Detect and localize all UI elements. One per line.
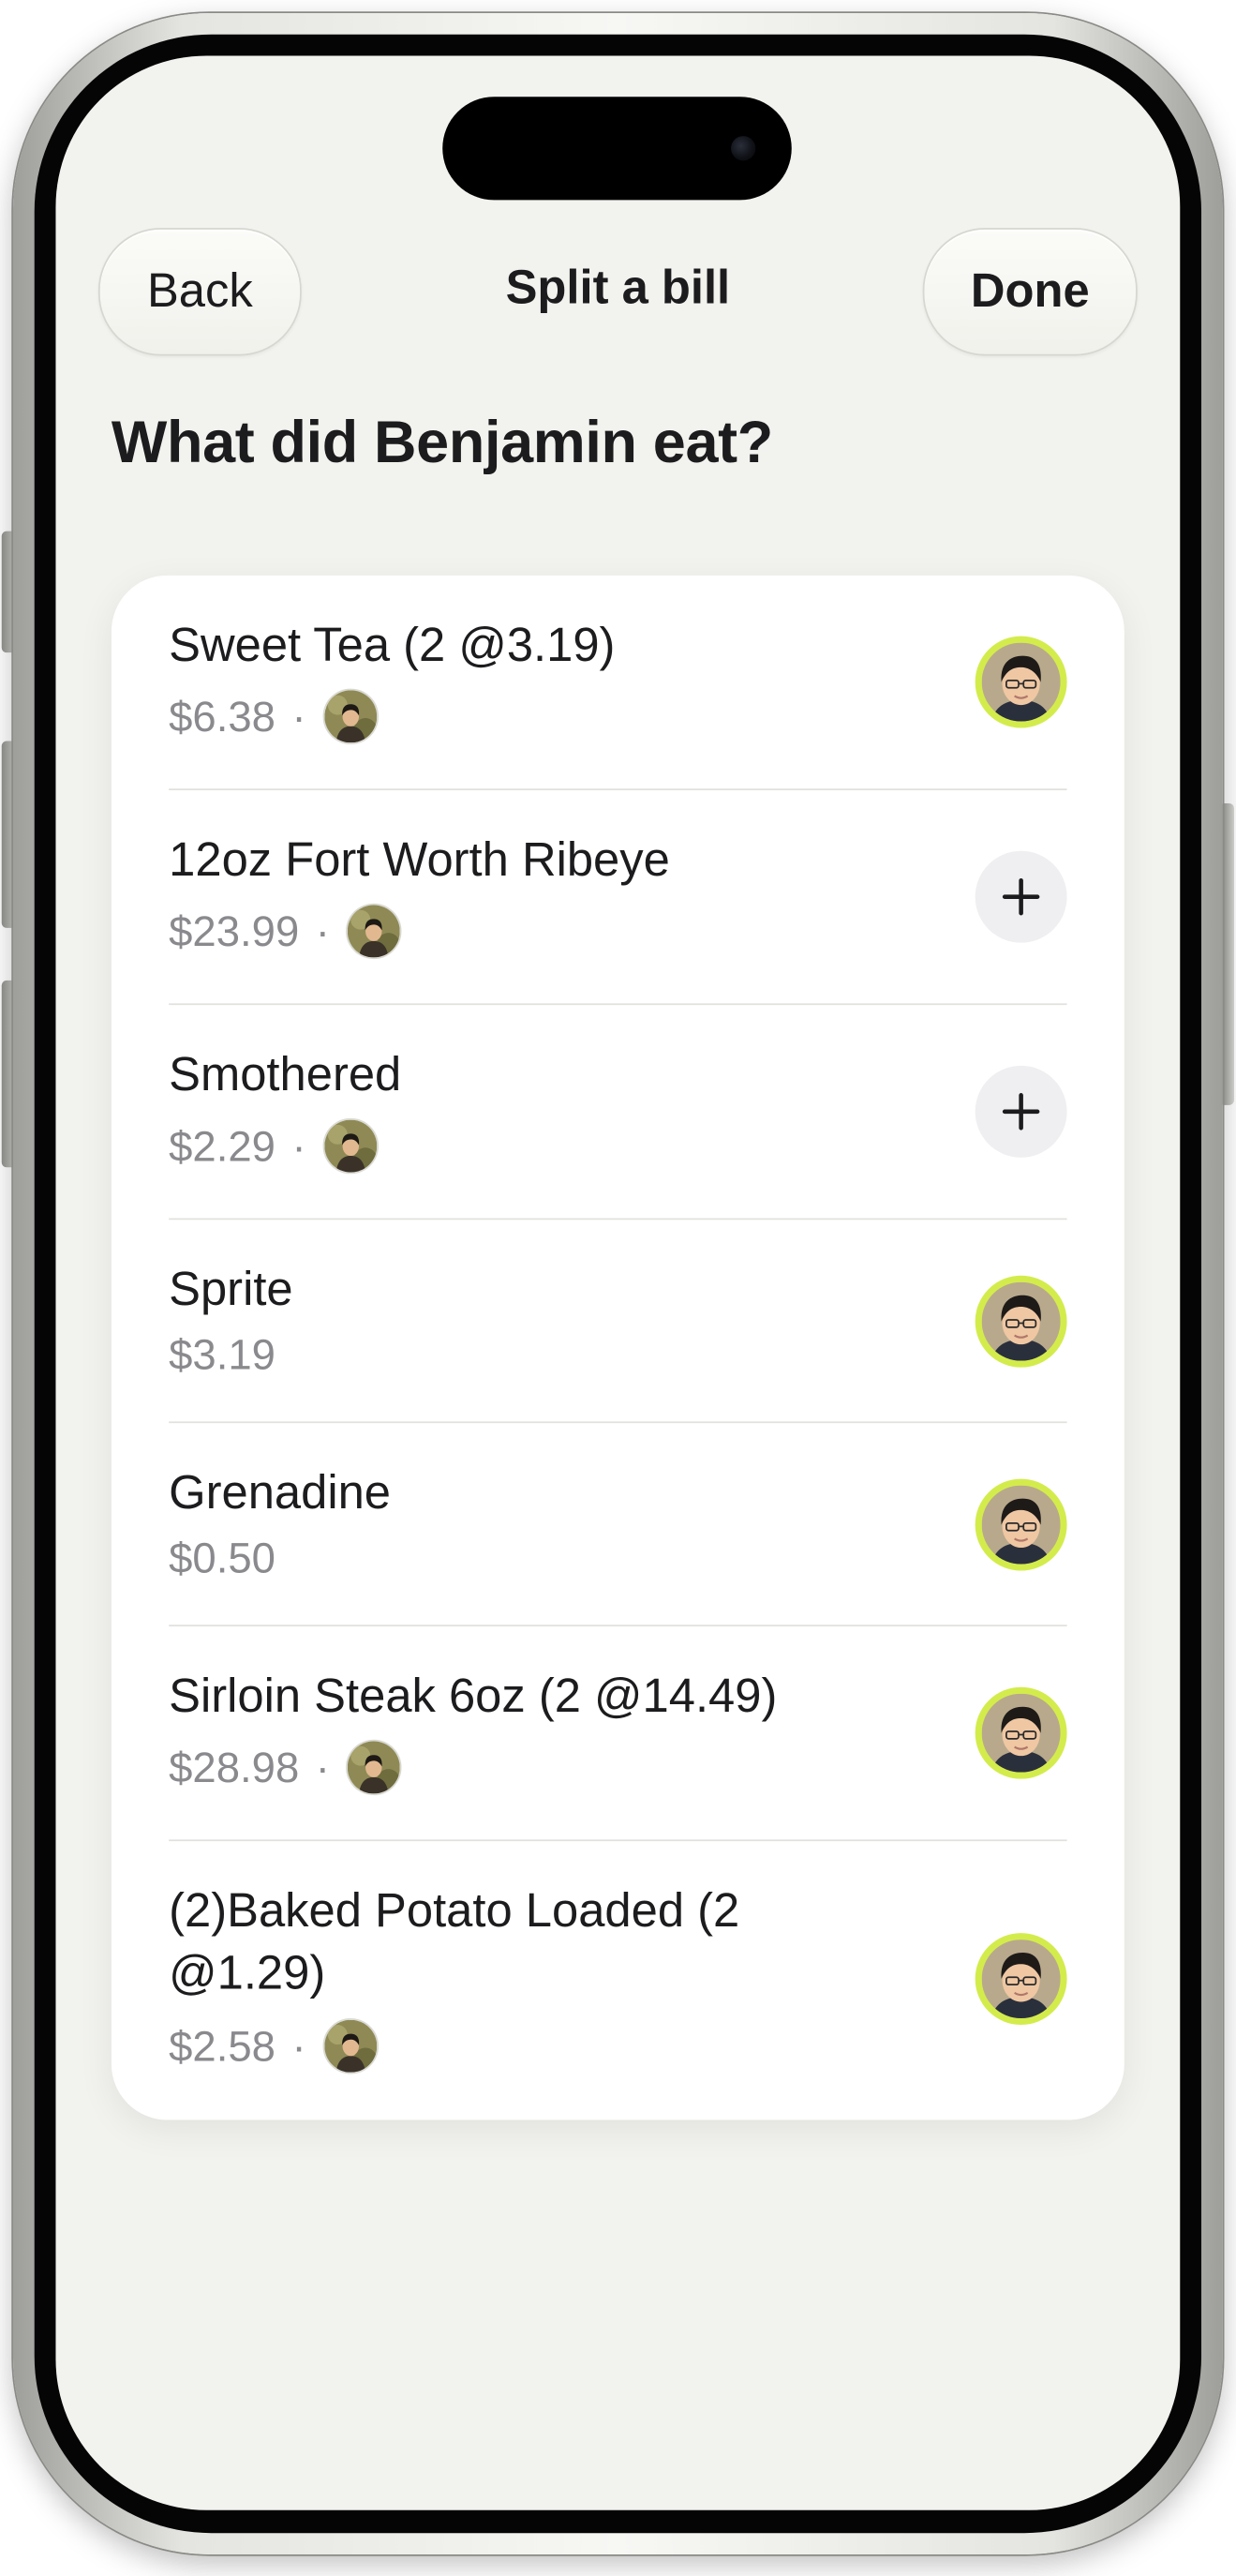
add-button[interactable] (975, 1065, 1067, 1158)
add-button[interactable] (975, 850, 1067, 943)
item-price: $6.38 (169, 691, 275, 741)
shared-with-avatar (322, 1117, 379, 1175)
shared-with-avatar (346, 903, 402, 960)
list-item[interactable]: 12oz Fort Worth Ribeye $23.99 · (169, 790, 1067, 1006)
front-camera-icon (731, 136, 756, 161)
screen: Back Split a bill Done What did Benjamin… (55, 55, 1181, 2510)
item-name: Sprite (169, 1264, 293, 1317)
items-card: Sweet Tea (2 @3.19) $6.38 · 12oz Fort Wo… (111, 575, 1124, 2120)
shared-with-avatar (346, 1739, 402, 1796)
item-name: 12oz Fort Worth Ribeye (169, 834, 670, 888)
item-meta: $3.19 (169, 1329, 275, 1380)
item-price: $0.50 (169, 1533, 275, 1582)
stage: Back Split a bill Done What did Benjamin… (0, 0, 1236, 2576)
item-name: (2)Baked Potato Loaded (2 @1.29) (169, 1885, 740, 2000)
assign-control[interactable] (975, 636, 1067, 728)
item-meta: $6.38 · (169, 688, 379, 745)
item-name: Sirloin Steak 6oz (2 @14.49) (169, 1670, 778, 1724)
benjamin-avatar-selected[interactable] (975, 1275, 1067, 1368)
shared-with-avatar (322, 2018, 379, 2074)
item-price: $2.58 (169, 2020, 275, 2071)
separator-dot: · (291, 691, 306, 741)
item-name: Sweet Tea (2 @3.19) (169, 620, 616, 673)
separator-dot: · (315, 906, 330, 955)
list-item[interactable]: Sweet Tea (2 @3.19) $6.38 · (169, 576, 1067, 791)
item-name: Smothered (169, 1049, 402, 1102)
item-name: Grenadine (169, 1467, 392, 1520)
page-title: Split a bill (505, 262, 731, 315)
shared-with-avatar (322, 688, 379, 745)
done-button[interactable]: Done (922, 228, 1138, 356)
benjamin-avatar-selected[interactable] (975, 1686, 1067, 1779)
separator-dot: · (291, 2020, 306, 2071)
question-heading: What did Benjamin eat? (111, 408, 773, 476)
assign-control[interactable] (975, 1933, 1067, 2026)
item-price: $3.19 (169, 1329, 275, 1379)
list-item[interactable]: Sirloin Steak 6oz (2 @14.49) $28.98 · (169, 1626, 1067, 1842)
item-meta: $2.29 · (169, 1117, 379, 1175)
assign-control[interactable] (975, 1478, 1067, 1571)
separator-dot: · (315, 1742, 330, 1791)
back-button[interactable]: Back (97, 228, 302, 356)
item-meta: $0.50 (169, 1533, 275, 1583)
assign-control[interactable] (975, 850, 1067, 943)
benjamin-avatar-selected[interactable] (975, 1933, 1067, 2026)
item-meta: $23.99 · (169, 903, 402, 960)
benjamin-avatar-selected[interactable] (975, 1478, 1067, 1571)
dynamic-island (442, 97, 792, 201)
item-meta: $2.58 · (169, 2018, 379, 2074)
benjamin-avatar-selected[interactable] (975, 636, 1067, 728)
item-meta: $28.98 · (169, 1739, 402, 1796)
plus-icon (1002, 1093, 1040, 1131)
assign-control[interactable] (975, 1686, 1067, 1779)
item-price: $23.99 (169, 906, 300, 955)
list-item[interactable]: Smothered $2.29 · (169, 1005, 1067, 1221)
item-price: $28.98 (169, 1742, 300, 1791)
assign-control[interactable] (975, 1275, 1067, 1368)
list-item[interactable]: (2)Baked Potato Loaded (2 @1.29) $2.58 · (169, 1841, 1067, 2119)
list-item[interactable]: Sprite $3.19 (169, 1220, 1067, 1424)
assign-control[interactable] (975, 1065, 1067, 1158)
item-price: $2.29 (169, 1120, 275, 1170)
separator-dot: · (291, 1120, 306, 1170)
plus-icon (1002, 877, 1040, 916)
list-item[interactable]: Grenadine $0.50 (169, 1423, 1067, 1627)
